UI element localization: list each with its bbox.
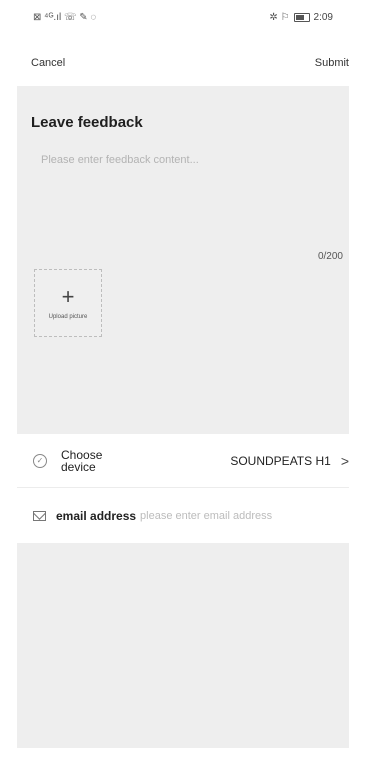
plus-icon: +	[61, 284, 75, 309]
status-bar: ⊠ ⁴ᴳ.ıl ☏ ✎ ◌ ✲ ⚐ 2:09	[17, 0, 349, 34]
feedback-panel: Leave feedback Please enter feedback con…	[17, 86, 349, 434]
nav-bar: Cancel Submit	[17, 46, 349, 80]
status-icons-left: ⊠ ⁴ᴳ.ıl ☏ ✎ ◌	[33, 12, 96, 23]
email-address-label: email address	[56, 509, 137, 523]
upload-picture-button[interactable]: + Upload picture	[34, 269, 102, 337]
submit-button[interactable]: Submit	[315, 57, 349, 69]
email-row: email address	[17, 489, 349, 543]
character-counter: 0/200	[317, 251, 343, 262]
status-icons-right: ✲ ⚐ 2:09	[269, 12, 333, 23]
cancel-button[interactable]: Cancel	[31, 57, 65, 69]
selected-device-value: SOUNDPEATS H1	[230, 453, 331, 468]
mail-icon	[33, 511, 46, 521]
check-circle-icon: ✓	[33, 453, 47, 468]
choose-device-row[interactable]: ✓ Choose device SOUNDPEATS H1 >	[17, 434, 349, 488]
feedback-screen: ⊠ ⁴ᴳ.ıl ☏ ✎ ◌ ✲ ⚐ 2:09 Cancel Submit Lea…	[17, 0, 349, 773]
bottom-blank-area	[17, 543, 349, 748]
email-address-input[interactable]	[140, 510, 311, 522]
status-icons-right-glyphs: ✲ ⚐	[269, 11, 290, 23]
status-time: 2:09	[313, 11, 333, 23]
feedback-content-input[interactable]: Please enter feedback content...	[41, 154, 199, 166]
chevron-right-icon: >	[340, 452, 349, 469]
page-title: Leave feedback	[31, 114, 143, 131]
battery-icon	[293, 12, 310, 22]
upload-picture-label: Upload picture	[48, 314, 88, 320]
choose-device-label: Choose device	[61, 447, 103, 474]
status-icons-left-glyphs: ⊠ ⁴ᴳ.ıl ☏ ✎ ◌	[33, 11, 97, 23]
